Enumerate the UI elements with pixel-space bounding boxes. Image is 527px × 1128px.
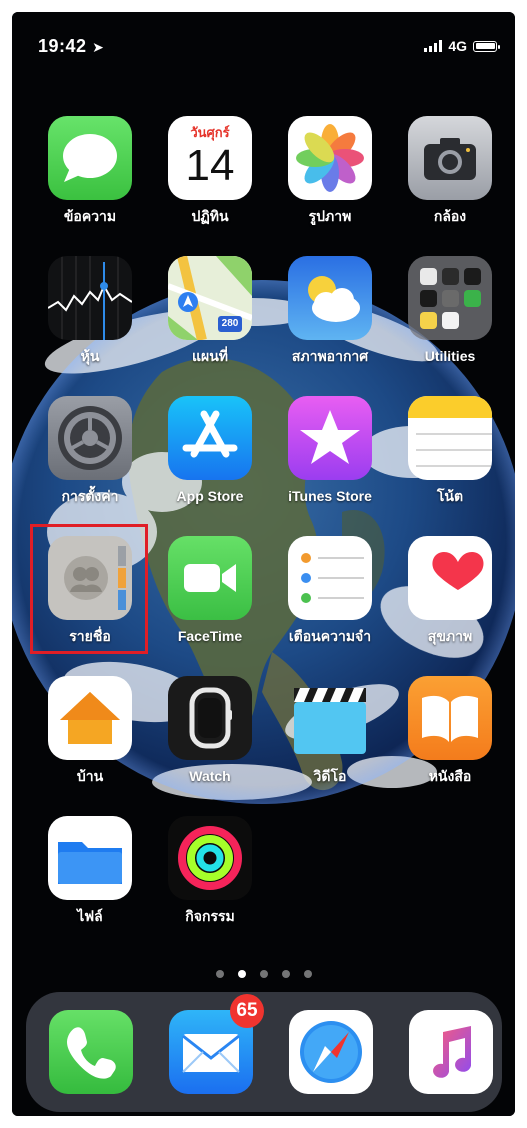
app-label: สภาพอากาศ [291,348,369,364]
app-watch[interactable]: Watch [155,676,265,785]
dock-app-phone[interactable] [36,1010,146,1094]
settings-gear-icon [48,396,132,480]
app-label: แผนที่ [191,348,229,364]
calendar-day-name: วันศุกร์ [190,125,230,140]
music-note-icon [409,1010,493,1094]
clock-text: 19:42 [38,36,87,56]
location-arrow-icon: ➤ [92,39,105,55]
app-label: Watch [189,768,231,784]
activity-rings-icon [168,816,252,900]
app-label: หุ้น [80,348,100,364]
page-dot[interactable] [259,970,268,978]
house-icon [48,676,132,760]
app-store-icon [168,396,252,480]
app-photos[interactable]: รูปภาพ [275,116,385,225]
app-label: ข้อความ [63,208,117,224]
messages-icon [48,116,132,200]
app-facetime[interactable]: FaceTime [155,536,265,645]
page-dot[interactable] [281,970,290,978]
compass-icon [289,1010,373,1094]
app-utilities-folder[interactable]: Utilities [395,256,505,365]
app-files[interactable]: ไฟล์ [35,816,145,925]
app-label: โน้ต [436,488,464,504]
app-label: Utilities [424,348,476,364]
folder-blue-icon [48,816,132,900]
battery-icon [473,40,500,52]
dock-app-music[interactable] [396,1010,506,1094]
dock-app-mail[interactable]: 65 [156,994,266,1094]
calendar-icon: วันศุกร์ 14 [168,116,252,200]
phone-icon [49,1010,133,1094]
app-label: App Store [176,488,244,504]
maps-icon: 280 [168,256,252,340]
page-dot[interactable] [215,970,224,978]
app-label: เตือนความจำ [288,628,372,644]
app-weather[interactable]: สภาพอากาศ [275,256,385,365]
app-label: iTunes Store [288,488,372,504]
page-dot-current[interactable] [237,970,246,978]
page-indicator[interactable] [12,970,515,978]
app-home[interactable]: บ้าน [35,676,145,785]
app-stocks[interactable]: หุ้น [35,256,145,365]
heart-icon [408,536,492,620]
open-book-icon [408,676,492,760]
app-messages[interactable]: ข้อความ [35,116,145,225]
status-indicators: 4G [424,34,500,58]
app-videos[interactable]: วิดีโอ [275,676,385,785]
dock-app-safari[interactable] [276,1010,386,1094]
app-health[interactable]: สุขภาพ [395,536,505,645]
signal-strength-icon [424,40,443,52]
page-dot[interactable] [303,970,312,978]
unread-badge: 65 [230,994,264,1028]
app-settings[interactable]: การตั้งค่า [35,396,145,505]
app-calendar[interactable]: วันศุกร์ 14 ปฏิทิน [155,116,265,225]
stocks-icon [48,256,132,340]
folder-icon [408,256,492,340]
app-itunes-store[interactable]: iTunes Store [275,396,385,505]
app-label: กิจกรรม [185,908,235,924]
camera-icon [408,116,492,200]
app-label: รูปภาพ [308,208,352,224]
app-label: FaceTime [177,628,243,644]
app-label: การตั้งค่า [61,488,119,504]
watch-icon [168,676,252,760]
app-app-store[interactable]: App Store [155,396,265,505]
clapperboard-icon [288,676,372,760]
video-camera-icon [168,536,252,620]
app-label: ไฟล์ [77,908,103,924]
app-camera[interactable]: กล้อง [395,116,505,225]
app-reminders[interactable]: เตือนความจำ [275,536,385,645]
network-type: 4G [448,38,467,54]
app-label: บ้าน [76,768,104,784]
app-maps[interactable]: 280 แผนที่ [155,256,265,365]
app-label: สุขภาพ [427,628,473,644]
highlight-box [30,524,148,654]
app-label: ปฏิทิน [191,208,229,224]
app-notes[interactable]: โน้ต [395,396,505,505]
star-icon [288,396,372,480]
app-label: กล้อง [433,208,467,224]
reminders-icon [288,536,372,620]
app-activity[interactable]: กิจกรรม [155,816,265,925]
route-shield-number: 280 [221,318,239,329]
app-label: หนังสือ [428,768,472,784]
weather-icon [288,256,372,340]
status-time: 19:42 ➤ [38,34,104,58]
notes-icon [408,396,492,480]
app-label: วิดีโอ [313,768,347,784]
dock: 65 [26,992,502,1112]
calendar-day-number: 14 [185,141,235,190]
photos-icon [288,116,372,200]
app-books[interactable]: หนังสือ [395,676,505,785]
home-screen: 19:42 ➤ 4G ข้อความ วันศุกร์ 14 ปฏิทิน รู… [12,12,515,1116]
phone-screenshot: 19:42 ➤ 4G ข้อความ วันศุกร์ 14 ปฏิทิน รู… [0,0,527,1128]
